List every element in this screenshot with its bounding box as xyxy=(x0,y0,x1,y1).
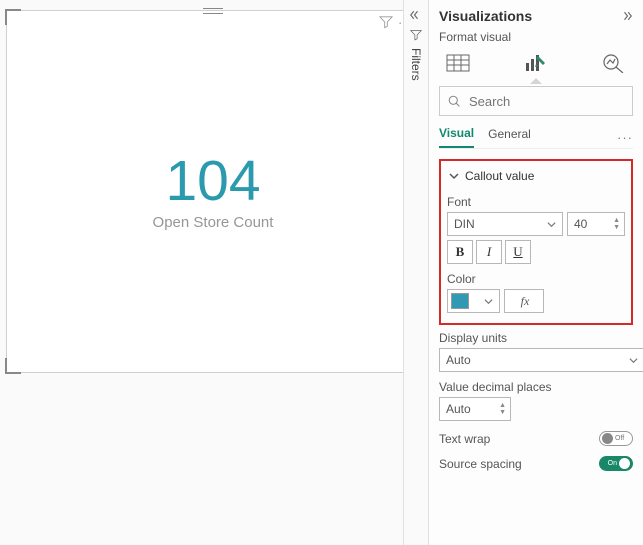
filter-pane-icon[interactable] xyxy=(409,28,423,42)
chevron-down-icon xyxy=(447,169,461,183)
font-label: Font xyxy=(447,195,625,209)
callout-value-section: Callout value Font DIN 40 ▲▼ B I U xyxy=(439,159,633,325)
color-label: Color xyxy=(447,272,625,286)
format-visual-button[interactable] xyxy=(523,52,549,74)
source-spacing-label: Source spacing xyxy=(439,457,522,471)
decimal-places-label: Value decimal places xyxy=(439,380,633,394)
tab-more-icon[interactable]: ··· xyxy=(617,130,633,145)
search-input-container[interactable] xyxy=(439,86,633,116)
font-family-select[interactable]: DIN xyxy=(447,212,563,236)
bold-button[interactable]: B xyxy=(447,240,473,264)
visualizations-panel: Visualizations Format visual xyxy=(428,0,643,545)
spinner-icon[interactable]: ▲▼ xyxy=(613,217,620,231)
filters-label: Filters xyxy=(409,48,423,81)
card-label: Open Store Count xyxy=(153,214,274,231)
resize-handle-tl[interactable] xyxy=(5,9,21,25)
card-visual[interactable]: ··· 104 Open Store Count xyxy=(6,10,420,373)
toggle-state: On xyxy=(608,460,617,467)
search-input[interactable] xyxy=(467,93,643,110)
collapse-right-icon[interactable] xyxy=(619,9,633,23)
resize-handle-bl[interactable] xyxy=(5,358,21,374)
font-size-stepper[interactable]: 40 ▲▼ xyxy=(567,212,625,236)
section-header-callout[interactable]: Callout value xyxy=(447,163,625,191)
chevron-down-icon xyxy=(481,294,495,308)
report-canvas: ··· 104 Open Store Count Filters xyxy=(0,0,428,545)
spinner-icon[interactable]: ▲▼ xyxy=(499,402,506,416)
tab-visual[interactable]: Visual xyxy=(439,126,474,148)
panel-subtitle: Format visual xyxy=(439,30,633,44)
source-spacing-toggle[interactable]: On xyxy=(599,456,633,471)
decimal-places-stepper[interactable]: Auto ▲▼ xyxy=(439,397,511,421)
section-title: Callout value xyxy=(465,169,534,183)
search-icon xyxy=(448,94,461,108)
build-visual-button[interactable] xyxy=(445,52,471,74)
color-picker[interactable] xyxy=(447,289,500,313)
font-family-value: DIN xyxy=(454,217,475,231)
color-swatch-icon xyxy=(451,293,469,309)
fx-button[interactable]: fx xyxy=(504,289,544,313)
display-units-value: Auto xyxy=(446,353,471,367)
decimal-places-value: Auto xyxy=(446,402,471,416)
text-wrap-label: Text wrap xyxy=(439,432,490,446)
analytics-button[interactable] xyxy=(601,52,627,74)
display-units-select[interactable]: Auto xyxy=(439,348,643,372)
chevron-down-icon xyxy=(626,353,640,367)
card-value: 104 xyxy=(165,153,260,210)
text-wrap-toggle[interactable]: Off xyxy=(599,431,633,446)
collapse-left-icon[interactable] xyxy=(409,8,423,22)
font-size-value: 40 xyxy=(574,217,587,231)
underline-button[interactable]: U xyxy=(505,240,531,264)
panel-title: Visualizations xyxy=(439,8,532,24)
filters-rail[interactable]: Filters xyxy=(403,0,428,545)
tab-general[interactable]: General xyxy=(488,127,531,147)
italic-button[interactable]: I xyxy=(476,240,502,264)
display-units-label: Display units xyxy=(439,331,633,345)
chevron-down-icon xyxy=(544,217,558,231)
toggle-state: Off xyxy=(615,435,624,442)
